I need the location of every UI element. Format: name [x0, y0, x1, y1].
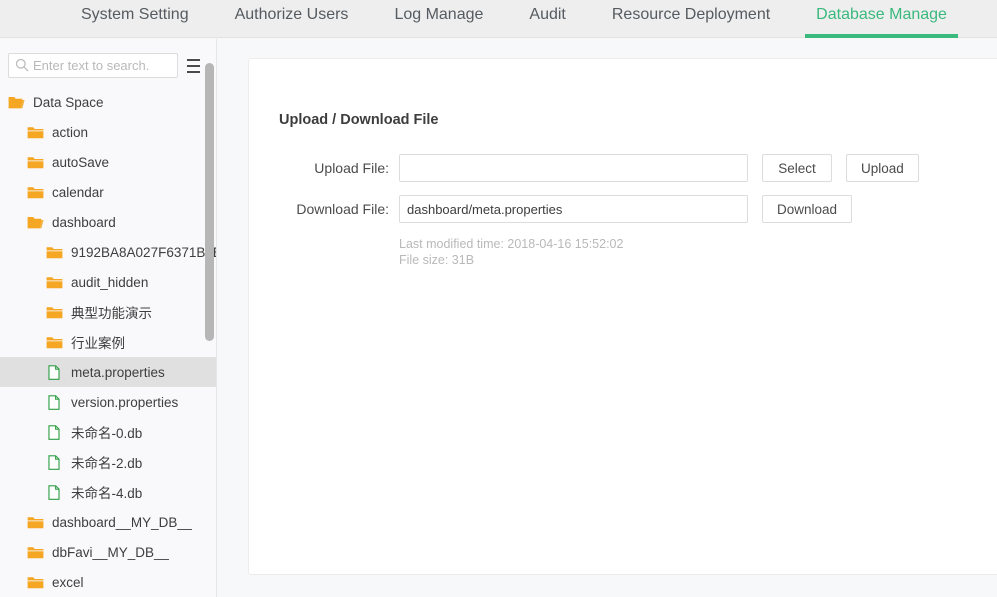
- select-button[interactable]: Select: [762, 154, 832, 182]
- tree-folder-item[interactable]: 9192BA8A027F6371B4ED: [0, 237, 217, 267]
- folder-icon: [27, 545, 44, 560]
- tab-database-manage[interactable]: Database Manage: [793, 0, 970, 38]
- tab-system-setting[interactable]: System Setting: [58, 0, 212, 38]
- tree-item-label: 未命名-0.db: [71, 426, 143, 441]
- folder-icon: [46, 335, 63, 350]
- tree-item-label: Data Space: [33, 94, 104, 110]
- tree-folder-item[interactable]: dashboard: [0, 207, 216, 237]
- tree-folder-item[interactable]: calendar: [0, 177, 216, 207]
- tree-folder-item[interactable]: autoSave: [0, 147, 216, 177]
- tab-strip: System Setting Authorize Users Log Manage A…: [0, 0, 997, 38]
- file-icon: [46, 394, 63, 410]
- tab-authorize-users[interactable]: Authorize Users: [212, 0, 372, 38]
- last-modified-time: Last modified time: 2018-04-16 15:52:02: [399, 237, 624, 251]
- tree-folder-item[interactable]: dashboard__MY_DB__: [0, 507, 216, 537]
- tree-item-label: action: [52, 124, 89, 140]
- tree-item-label: 未命名-4.db: [71, 486, 143, 501]
- tree-item-label: calendar: [52, 184, 104, 200]
- tree-item-label: 典型功能演示: [71, 306, 152, 321]
- folder-icon: [46, 305, 63, 320]
- search-box[interactable]: [8, 52, 178, 78]
- folder-icon: [46, 275, 63, 290]
- page-title: Upload / Download File: [279, 112, 439, 128]
- tree-folder-item[interactable]: 行业案例: [0, 327, 216, 357]
- file-icon: [46, 424, 63, 440]
- folder-icon: [27, 575, 44, 590]
- tab-audit[interactable]: Audit: [506, 0, 588, 38]
- search-row: [0, 47, 216, 83]
- download-file-input[interactable]: [399, 195, 748, 223]
- tree-item-label: 9192BA8A027F6371B4ED: [71, 244, 217, 260]
- tree-folder-item[interactable]: dbFavi__MY_DB__: [0, 537, 216, 567]
- download-file-row: Download File: Download: [249, 195, 853, 223]
- tree-folder-item[interactable]: audit_hidden: [0, 267, 216, 297]
- folder-open-icon: [27, 215, 44, 230]
- tree-item-label: autoSave: [52, 154, 110, 170]
- tree-item-label: dashboard: [52, 214, 116, 230]
- download-button[interactable]: Download: [762, 195, 853, 223]
- folder-icon: [46, 245, 63, 260]
- tree-item-label: 行业案例: [71, 336, 125, 351]
- hamburger-menu-icon[interactable]: [187, 57, 200, 73]
- tree-folder-item[interactable]: action: [0, 117, 216, 147]
- tab-log-manage[interactable]: Log Manage: [371, 0, 506, 38]
- tree-file-item[interactable]: version.properties: [0, 387, 216, 417]
- top-navigation-bar: System Setting Authorize Users Log Manage A…: [0, 0, 997, 38]
- tree-folder-item[interactable]: Data Space: [0, 87, 216, 117]
- folder-open-icon: [8, 95, 25, 110]
- folder-icon: [27, 185, 44, 200]
- tree-folder-item[interactable]: 典型功能演示: [0, 297, 216, 327]
- tree-item-label: dbFavi__MY_DB__: [52, 544, 170, 560]
- tree-item-label: dashboard__MY_DB__: [52, 514, 193, 530]
- tree-folder-item[interactable]: excel: [0, 567, 216, 597]
- file-icon: [46, 364, 63, 380]
- tree-file-item[interactable]: 未命名-4.db: [0, 477, 216, 507]
- search-input[interactable]: [33, 57, 171, 73]
- file-icon: [46, 484, 63, 500]
- tree-item-label: 未命名-2.db: [71, 456, 143, 471]
- file-tree[interactable]: Data Space action autoSave calendar dashboar…: [0, 87, 217, 597]
- tree-file-item[interactable]: meta.properties: [0, 357, 216, 387]
- file-icon: [46, 454, 63, 470]
- tree-file-item[interactable]: 未命名-2.db: [0, 447, 216, 477]
- upload-file-input[interactable]: [399, 154, 748, 182]
- sidebar-scrollbar-thumb[interactable]: [205, 63, 214, 341]
- folder-icon: [27, 515, 44, 530]
- upload-file-row: Upload File: Select Upload: [249, 154, 919, 182]
- upload-file-label: Upload File:: [314, 160, 389, 176]
- tab-resource-deployment[interactable]: Resource Deployment: [589, 0, 793, 38]
- tree-item-label: meta.properties: [71, 364, 165, 380]
- tree-item-label: version.properties: [71, 394, 179, 410]
- file-info-block: Last modified time: 2018-04-16 15:52:02 …: [399, 236, 623, 268]
- folder-icon: [27, 155, 44, 170]
- download-file-label: Download File:: [296, 201, 389, 217]
- sidebar-scrollbar-track[interactable]: [205, 39, 214, 597]
- tree-item-label: audit_hidden: [71, 274, 149, 290]
- tree-file-item[interactable]: 未命名-0.db: [0, 417, 216, 447]
- search-icon: [15, 58, 29, 72]
- file-tree-sidebar: Data Space action autoSave calendar dashboar…: [0, 39, 217, 597]
- folder-icon: [27, 125, 44, 140]
- main-content-area: Upload / Download File Upload File: Sele…: [218, 39, 997, 597]
- file-size: File size: 31B: [399, 253, 475, 267]
- tree-item-label: excel: [52, 574, 84, 590]
- upload-button[interactable]: Upload: [846, 154, 919, 182]
- upload-download-card: Upload / Download File Upload File: Sele…: [248, 58, 997, 575]
